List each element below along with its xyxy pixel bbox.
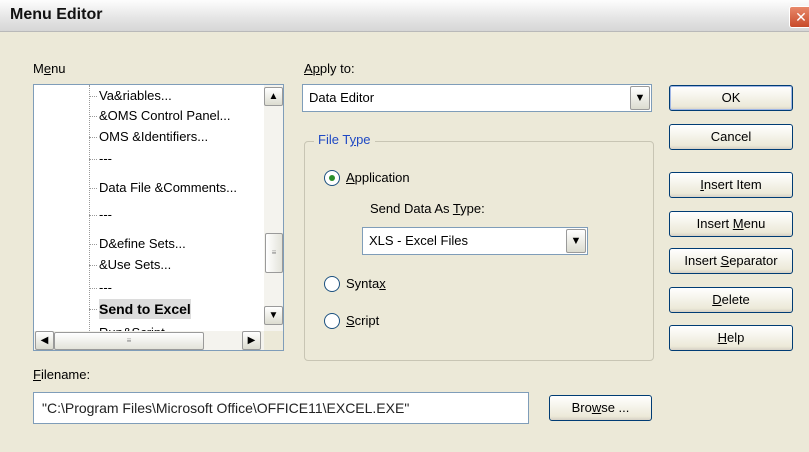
chevron-down-icon[interactable]: ▼ (630, 86, 650, 110)
scroll-up-icon[interactable]: ▲ (264, 87, 283, 106)
tree-item[interactable]: &OMS Control Panel... (89, 106, 231, 126)
filename-field[interactable] (33, 392, 529, 424)
insert-item-button[interactable]: Insert Item (669, 172, 793, 198)
browse-button[interactable]: Browse ... (549, 395, 652, 421)
horizontal-scroll-thumb[interactable]: ≡ (54, 332, 204, 350)
file-type-title: File Type (314, 132, 375, 147)
delete-button[interactable]: Delete (669, 287, 793, 313)
scroll-right-icon[interactable]: ▶ (242, 331, 261, 350)
scroll-left-icon[interactable]: ◀ (35, 331, 54, 350)
syntax-label[interactable]: Syntax (346, 276, 386, 291)
apply-to-value: Data Editor (309, 90, 375, 105)
send-data-type-select[interactable]: XLS - Excel Files ▼ (362, 227, 588, 255)
tree-item[interactable]: --- (89, 205, 112, 225)
tree-item[interactable]: Data File &Comments... (89, 178, 237, 198)
insert-separator-button[interactable]: Insert Separator (669, 248, 793, 274)
syntax-radio[interactable] (324, 276, 340, 292)
script-label[interactable]: Script (346, 313, 379, 328)
tree-item-selected[interactable]: Send to Excel (89, 299, 191, 319)
filename-input[interactable] (34, 393, 528, 423)
send-data-type-value: XLS - Excel Files (369, 233, 468, 248)
menu-tree[interactable]: Va&riables... &OMS Control Panel... OMS … (33, 84, 284, 351)
vertical-scrollbar[interactable]: ▲ ≡ ▼ (264, 85, 283, 331)
chevron-down-icon[interactable]: ▼ (566, 229, 586, 253)
cancel-button[interactable]: Cancel (669, 124, 793, 150)
application-label[interactable]: Application (346, 170, 410, 185)
application-radio[interactable] (324, 170, 340, 186)
tree-item[interactable]: --- (89, 278, 112, 298)
send-data-as-type-label: Send Data As Type: (370, 201, 485, 216)
horizontal-scrollbar[interactable]: ◀ ≡ ▶ (34, 331, 264, 350)
filename-label: Filename: (33, 367, 91, 382)
menu-label: Menu (33, 61, 66, 76)
scrollbar-corner (264, 331, 283, 350)
window-title: Menu Editor (10, 6, 103, 23)
tree-item[interactable]: OMS &Identifiers... (88, 127, 208, 147)
insert-menu-button[interactable]: Insert Menu (669, 211, 793, 237)
tree-item[interactable]: --- (89, 149, 112, 169)
apply-to-label: Apply to: (304, 61, 355, 76)
tree-item[interactable]: D&efine Sets... (89, 234, 186, 254)
scroll-down-icon[interactable]: ▼ (264, 306, 283, 325)
script-radio[interactable] (324, 313, 340, 329)
help-button[interactable]: Help (669, 325, 793, 351)
tree-item[interactable]: Va&riables... (89, 86, 172, 106)
tree-item[interactable]: &Use Sets... (88, 255, 171, 275)
vertical-scroll-thumb[interactable]: ≡ (265, 233, 283, 273)
ok-button[interactable]: OK (669, 85, 793, 111)
title-bar: Menu Editor ✕ (0, 0, 809, 32)
apply-to-select[interactable]: Data Editor ▼ (302, 84, 652, 112)
close-icon[interactable]: ✕ (789, 6, 809, 28)
tree-connector-line (89, 85, 90, 331)
